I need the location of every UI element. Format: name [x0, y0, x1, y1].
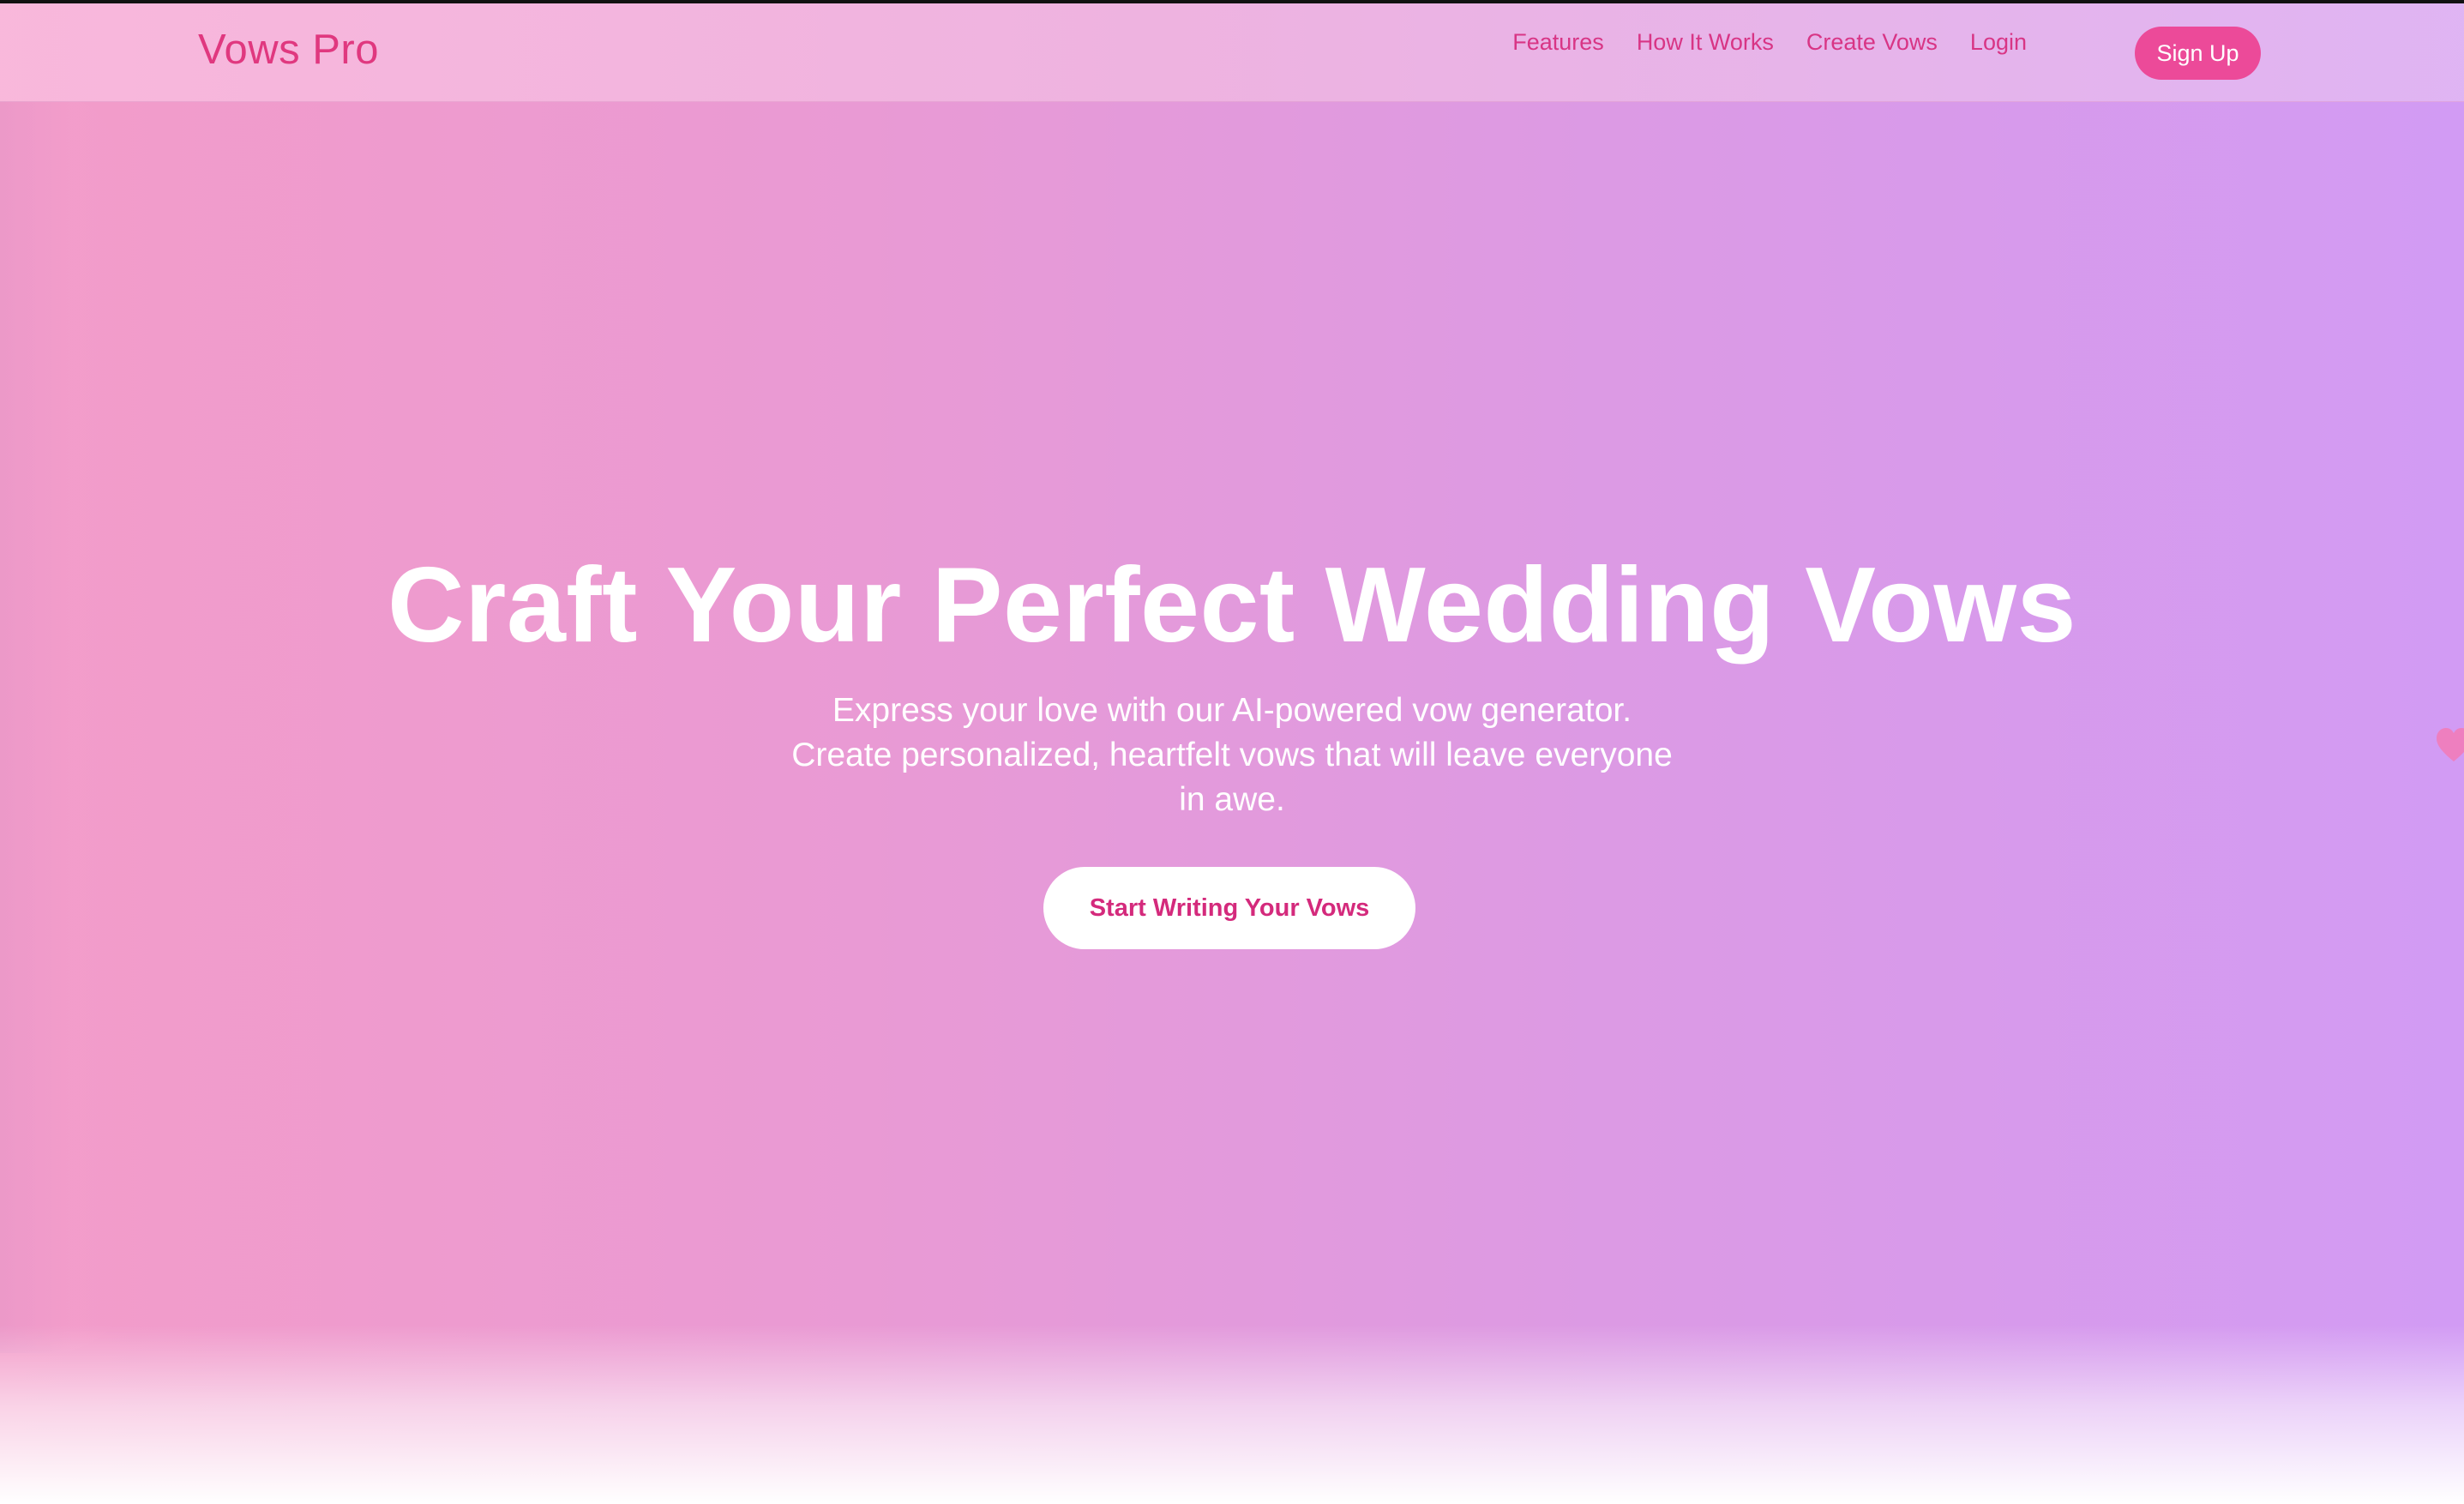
hero-title: Craft Your Perfect Wedding Vows [388, 546, 2076, 665]
hero-section: Craft Your Perfect Wedding Vows Express … [0, 101, 2464, 1353]
logo[interactable]: Vows Pro [198, 26, 379, 74]
nav-link-how-it-works[interactable]: How It Works [1637, 29, 1774, 56]
sign-up-button[interactable]: Sign Up [2135, 27, 2261, 80]
bottom-fade [0, 1325, 2464, 1504]
heart-icon [2437, 728, 2464, 761]
navbar: Vows Pro Features How It Works Create Vo… [0, 3, 2464, 101]
nav-links: Features How It Works Create Vows Login [1512, 29, 2027, 56]
page: Vows Pro Features How It Works Create Vo… [0, 0, 2464, 1504]
top-border [0, 0, 2464, 3]
nav-link-features[interactable]: Features [1512, 29, 1604, 56]
nav-link-create-vows[interactable]: Create Vows [1806, 29, 1938, 56]
start-writing-button[interactable]: Start Writing Your Vows [1043, 867, 1415, 949]
hero-subtitle: Express your love with our AI-powered vo… [791, 692, 1673, 818]
nav-link-login[interactable]: Login [1970, 29, 2027, 56]
